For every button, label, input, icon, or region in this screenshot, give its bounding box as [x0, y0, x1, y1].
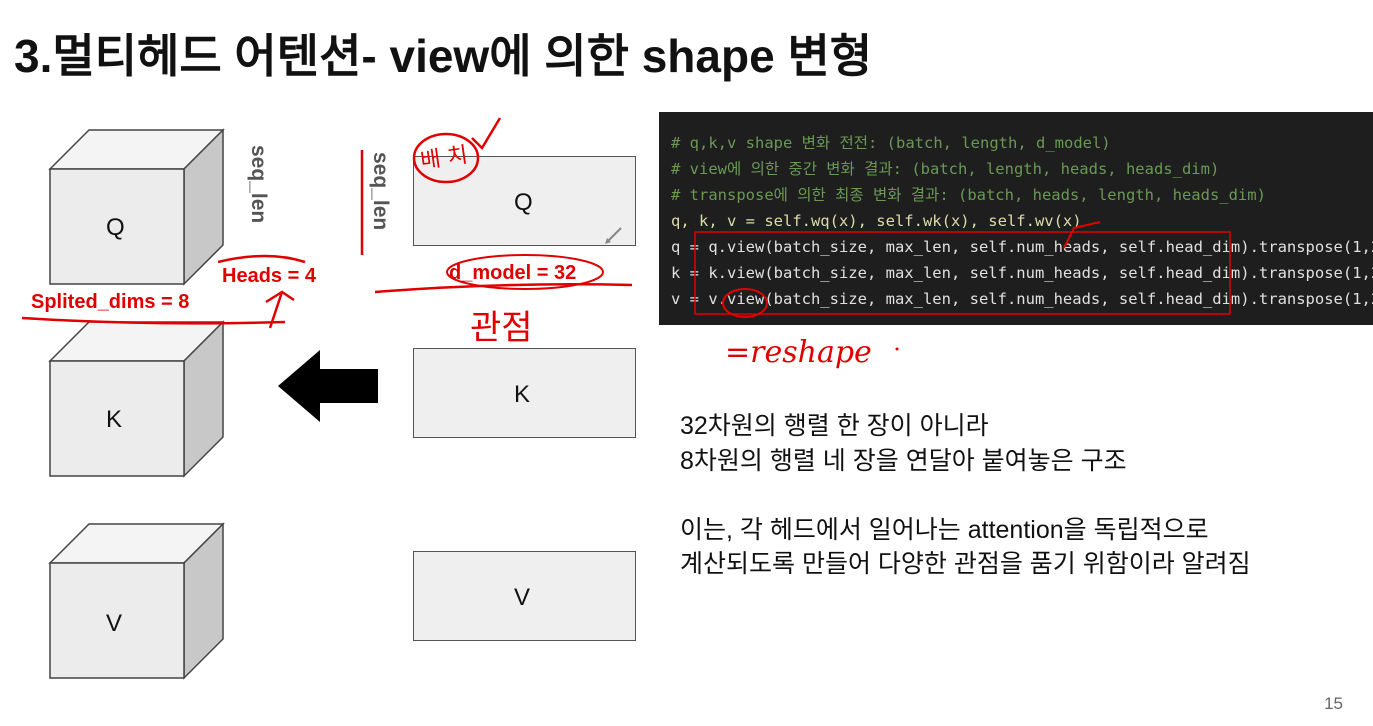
rect-v-label: V: [514, 584, 531, 611]
note-line-3: 이는, 각 헤드에서 일어나는 attention을 독립적으로: [680, 516, 1209, 544]
pencil-icon: [605, 227, 622, 244]
cube-v: [48, 522, 225, 680]
rect-k: K: [413, 348, 636, 438]
heads-label: Heads = 4: [222, 265, 316, 287]
code-block: # q,k,v shape 변화 전전: (batch, length, d_m…: [659, 112, 1373, 325]
note-line-2: 8차원의 행렬 네 장을 연달아 붙여놓은 구조: [680, 447, 1127, 475]
rect-q-label: Q: [514, 189, 533, 216]
rect-seq-len-label: seq_len: [369, 152, 392, 231]
splited-dims-label: Splited_dims = 8: [31, 291, 190, 313]
code-line: # transpose에 의한 최종 변화 결과: (batch, heads,…: [671, 186, 1266, 204]
page-number: 15: [1324, 694, 1343, 713]
slide-title: 3.멀티헤드 어텐션- view에 의한 shape 변형: [14, 30, 873, 82]
rect-k-label: K: [514, 381, 531, 408]
code-line: q = q.view(batch_size, max_len, self.num…: [671, 238, 1373, 256]
cube-q: [48, 128, 225, 286]
cube-q-label: Q: [106, 214, 125, 241]
rect-v: V: [413, 551, 636, 641]
code-line: v = v.view(batch_size, max_len, self.num…: [671, 290, 1373, 308]
code-line: # view에 의한 중간 변화 결과: (batch, length, hea…: [671, 160, 1220, 178]
handwritten-top: 배 치: [418, 142, 470, 175]
code-line: k = k.view(batch_size, max_len, self.num…: [671, 264, 1373, 282]
d-model-label: d_model = 32: [449, 262, 577, 284]
left-arrow-icon: [278, 350, 378, 422]
handwritten-reshape: =reshape: [725, 335, 872, 370]
cube-k: [48, 320, 225, 478]
note-line-1: 32차원의 행렬 한 장이 아니라: [680, 412, 989, 440]
cube-v-label: V: [106, 610, 123, 637]
note-line-4: 계산되도록 만들어 다양한 관점을 품기 위함이라 알려짐: [680, 550, 1251, 578]
code-line: q, k, v = self.wq(x), self.wk(x), self.w…: [671, 212, 1082, 230]
handwritten-middle: 관점: [470, 308, 533, 348]
cube-seq-len-label: seq_len: [247, 145, 270, 224]
cube-k-label: K: [106, 406, 123, 433]
code-line: # q,k,v shape 변화 전전: (batch, length, d_m…: [671, 134, 1111, 152]
